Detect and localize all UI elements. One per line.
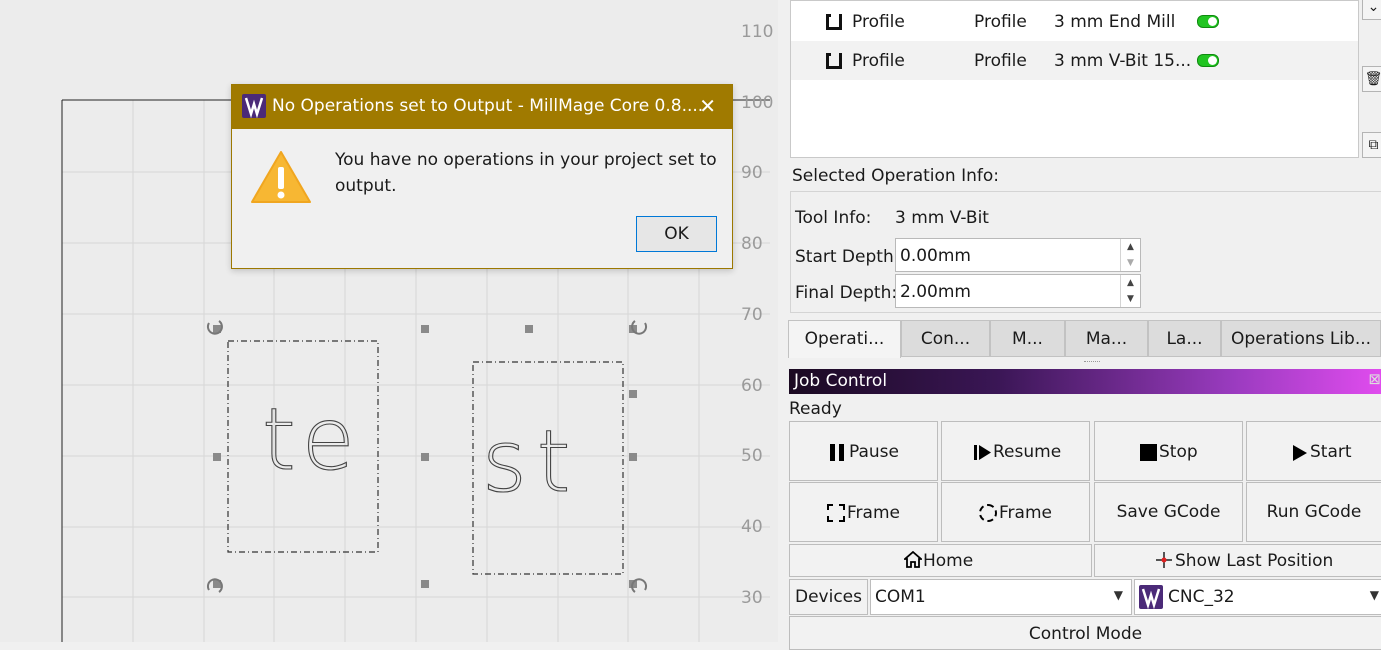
- dialog-message: You have no operations in your project s…: [335, 150, 717, 196]
- start-depth-value: 0.00mm: [900, 246, 971, 266]
- play-icon: [1292, 444, 1308, 467]
- home-label: Home: [923, 551, 974, 571]
- tab-ma[interactable]: Ma...: [1065, 320, 1148, 357]
- port-value: COM1: [875, 587, 926, 607]
- millmage-logo-icon: [1139, 585, 1163, 610]
- no-operations-dialog: No Operations set to Output - MillMage C…: [231, 84, 733, 269]
- show-last-position-label: Show Last Position: [1175, 551, 1334, 571]
- crosshair-icon: [1155, 551, 1173, 574]
- ruler-tick-50: 50: [741, 446, 763, 466]
- warning-icon: [251, 151, 311, 203]
- frame-rect-label: Frame: [847, 503, 900, 523]
- copy-icon: ⧉: [1368, 137, 1379, 153]
- tab-la[interactable]: La...: [1148, 320, 1221, 357]
- tab-operations[interactable]: Operati...: [788, 320, 901, 358]
- resume-label: Resume: [993, 442, 1062, 462]
- devices-button[interactable]: Devices: [789, 579, 868, 615]
- operation-type: Profile: [974, 51, 1027, 71]
- job-control-titlebar[interactable]: Job Control ⊠: [789, 369, 1381, 394]
- output-toggle[interactable]: [1197, 15, 1219, 28]
- start-depth-spinner[interactable]: ▲ ▼: [1120, 239, 1140, 271]
- spin-down-icon[interactable]: ▼: [1121, 255, 1140, 271]
- ruler-tick-70: 70: [741, 305, 763, 325]
- duplicate-operation-button[interactable]: ⧉: [1362, 132, 1381, 158]
- stop-button[interactable]: Stop: [1094, 421, 1243, 481]
- ruler-tick-40: 40: [741, 517, 763, 537]
- pause-button[interactable]: Pause: [789, 421, 938, 481]
- home-button[interactable]: Home: [789, 544, 1092, 577]
- start-depth-label: Start Depth:: [795, 247, 900, 267]
- start-label: Start: [1310, 442, 1352, 462]
- stop-label: Stop: [1159, 442, 1198, 462]
- chevron-down-icon: ⌄: [1367, 0, 1380, 15]
- operation-name: Profile: [852, 51, 905, 71]
- profile-op-icon: [826, 14, 842, 30]
- operation-row[interactable]: Profile Profile 3 mm End Mill: [791, 2, 1358, 41]
- tab-m[interactable]: M...: [990, 320, 1065, 357]
- final-depth-value: 2.00mm: [900, 282, 971, 302]
- operation-row[interactable]: Profile Profile 3 mm V-Bit 15...: [791, 41, 1358, 80]
- job-control-title: Job Control: [794, 371, 888, 391]
- pause-icon: [830, 444, 846, 461]
- ruler-tick-80: 80: [741, 234, 763, 254]
- output-toggle[interactable]: [1197, 54, 1219, 67]
- operation-tool: 3 mm End Mill: [1054, 12, 1176, 32]
- run-gcode-button[interactable]: Run GCode: [1246, 482, 1381, 542]
- chevron-down-icon: ▼: [1113, 588, 1123, 602]
- spin-down-icon[interactable]: ▼: [1121, 291, 1140, 307]
- home-icon: [902, 550, 924, 574]
- profile-op-icon: [826, 53, 842, 69]
- frame-circle-icon: [979, 504, 997, 522]
- spin-up-icon[interactable]: ▲: [1121, 275, 1140, 291]
- operation-type: Profile: [974, 12, 1027, 32]
- move-down-button[interactable]: ⌄: [1362, 0, 1381, 20]
- ok-button[interactable]: OK: [636, 216, 717, 252]
- ruler-tick-90: 90: [741, 163, 763, 183]
- pause-label: Pause: [849, 442, 899, 462]
- frame-rect-button[interactable]: Frame: [789, 482, 938, 542]
- operation-tool: 3 mm V-Bit 15...: [1054, 51, 1192, 71]
- dialog-title: No Operations set to Output - MillMage C…: [272, 96, 704, 116]
- operation-name: Profile: [852, 12, 905, 32]
- tab-console[interactable]: Con...: [901, 320, 990, 357]
- dialog-titlebar[interactable]: No Operations set to Output - MillMage C…: [232, 85, 732, 129]
- resume-icon: [974, 444, 992, 466]
- control-mode-button[interactable]: Control Mode: [789, 616, 1381, 650]
- operations-list[interactable]: Profile Profile 3 mm End Mill Profile Pr…: [790, 0, 1359, 158]
- splitter-handle[interactable]: [1084, 361, 1100, 364]
- device-select[interactable]: CNC_32 ▼: [1134, 579, 1381, 615]
- final-depth-field[interactable]: 2.00mm ▲ ▼: [895, 274, 1141, 308]
- close-icon[interactable]: ⊠: [1368, 370, 1381, 388]
- ruler-tick-110: 110: [741, 22, 774, 42]
- trash-icon: 🗑: [1364, 71, 1381, 87]
- canvas-text-te[interactable]: te: [261, 389, 361, 490]
- final-depth-label: Final Depth:: [795, 283, 898, 303]
- tab-operations-library[interactable]: Operations Lib...: [1221, 320, 1381, 357]
- canvas-text-st[interactable]: st: [481, 411, 581, 512]
- start-depth-field[interactable]: 0.00mm ▲ ▼: [895, 238, 1141, 272]
- ruler-tick-30: 30: [741, 588, 763, 608]
- show-last-position-button[interactable]: Show Last Position: [1094, 544, 1381, 577]
- start-button[interactable]: Start: [1246, 421, 1381, 481]
- save-gcode-button[interactable]: Save GCode: [1094, 482, 1243, 542]
- ruler-tick-100: 100: [741, 93, 774, 113]
- job-status: Ready: [789, 399, 842, 419]
- spin-up-icon[interactable]: ▲: [1121, 239, 1140, 255]
- frame-rect-icon: [827, 504, 845, 522]
- stop-icon: [1140, 444, 1157, 461]
- device-value: CNC_32: [1168, 587, 1235, 607]
- close-icon[interactable]: ✕: [699, 94, 716, 118]
- delete-operation-button[interactable]: 🗑: [1362, 66, 1381, 92]
- tool-info-value: 3 mm V-Bit: [895, 208, 989, 228]
- chevron-down-icon: ▼: [1369, 588, 1379, 602]
- resume-button[interactable]: Resume: [941, 421, 1090, 481]
- frame-circle-label: Frame: [999, 503, 1052, 523]
- tool-info-label: Tool Info:: [795, 208, 872, 228]
- ruler-tick-60: 60: [741, 376, 763, 396]
- millmage-logo-icon: [242, 94, 266, 119]
- final-depth-spinner[interactable]: ▲ ▼: [1120, 275, 1140, 307]
- selected-info-heading: Selected Operation Info:: [792, 166, 1000, 186]
- frame-circle-button[interactable]: Frame: [941, 482, 1090, 542]
- port-select[interactable]: COM1 ▼: [870, 579, 1132, 615]
